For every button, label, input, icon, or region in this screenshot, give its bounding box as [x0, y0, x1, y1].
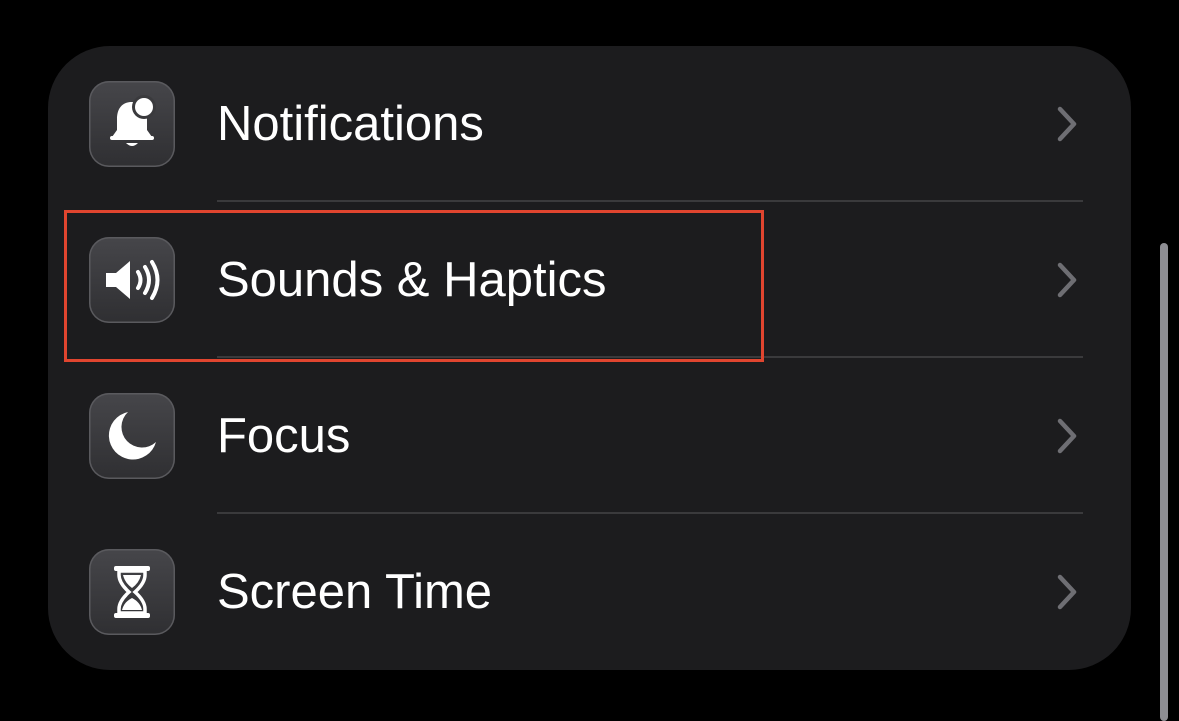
- bell-badge-icon: [89, 81, 175, 167]
- settings-row-focus[interactable]: Focus: [48, 358, 1131, 514]
- chevron-right-icon: [1057, 106, 1077, 142]
- settings-row-label: Notifications: [217, 97, 484, 151]
- hourglass-icon: [89, 549, 175, 635]
- settings-row-screen-time[interactable]: Screen Time: [48, 514, 1131, 670]
- chevron-right-icon: [1057, 418, 1077, 454]
- settings-row-label: Focus: [217, 409, 351, 463]
- chevron-right-icon: [1057, 262, 1077, 298]
- settings-row-label: Screen Time: [217, 565, 493, 619]
- chevron-right-icon: [1057, 574, 1077, 610]
- speaker-wave-icon: [89, 237, 175, 323]
- settings-row-notifications[interactable]: Notifications: [48, 46, 1131, 202]
- scrollbar[interactable]: [1160, 243, 1168, 721]
- settings-row-sounds-haptics[interactable]: Sounds & Haptics: [48, 202, 1131, 358]
- settings-row-label: Sounds & Haptics: [217, 253, 607, 307]
- settings-group: Notifications Sounds & Haptics Focus Scr…: [48, 46, 1131, 670]
- moon-icon: [89, 393, 175, 479]
